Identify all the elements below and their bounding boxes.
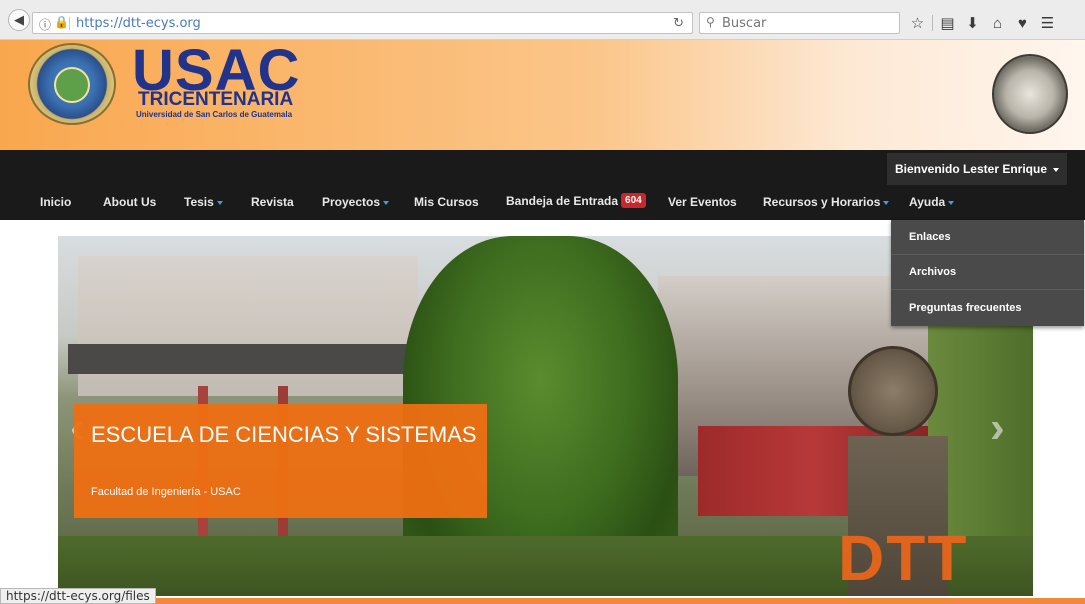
search-icon: ⚲ [706,15,715,29]
search-box[interactable]: ⚲ [699,12,900,34]
nav-item-revista[interactable]: Revista [251,195,294,209]
lock-icon[interactable]: 🔒 [54,15,69,29]
menu-icon[interactable]: ☰ [1035,12,1060,34]
toolbar-icons: ☆ ▤ ⬇ ⌂ ♥ ☰ [905,12,1060,34]
reading-list-icon[interactable]: ▤ [935,12,960,34]
site-header: USAC TRICENTENARIA Universidad de San Ca… [0,40,1085,150]
nav-label: Recursos y Horarios [763,195,881,209]
seal-center [54,67,90,103]
slide-title: ESCUELA DE CIENCIAS Y SISTEMAS [91,422,477,447]
nav-label: Ver Eventos [668,195,737,209]
nav-label: Inicio [40,195,72,209]
logo-tricentenaria: TRICENTENARIA [138,89,294,110]
toolbar-separator [932,15,933,31]
nav-item-bandeja[interactable]: Bandeja de Entrada 604 [506,193,646,208]
chevron-down-icon [383,201,390,205]
reload-icon[interactable]: ↻ [673,15,684,31]
chevron-down-icon [216,201,223,205]
download-icon[interactable]: ⬇ [960,12,985,34]
nav-item-ver-eventos[interactable]: Ver Eventos [668,195,737,209]
dropdown-item-enlaces[interactable]: Enlaces [891,220,1084,255]
slide-caption: ESCUELA DE CIENCIAS Y SISTEMAS Facultad … [74,404,487,518]
nav-item-proyectos[interactable]: Proyectos [322,195,390,209]
slide-subtitle: Facultad de Ingeniería - USAC [91,486,241,498]
home-icon[interactable]: ⌂ [985,12,1010,34]
page-bottom-strip [152,598,1085,604]
nav-label: Ayuda [909,195,946,209]
ayuda-dropdown-menu: Enlaces Archivos Preguntas frecuentes [891,220,1084,326]
nav-label: Tesis [184,195,214,209]
chevron-down-icon [1053,168,1060,172]
dtt-watermark: DTT [838,522,969,594]
slide-building [78,256,418,396]
pocket-icon[interactable]: ♥ [1010,12,1035,34]
welcome-label: Bienvenido Lester Enrique [894,162,1048,176]
user-menu-button[interactable]: Bienvenido Lester Enrique [887,153,1067,185]
slide-stone-seal [848,346,938,436]
nav-item-tesis[interactable]: Tesis [184,195,223,209]
status-bar-url: https://dtt-ecys.org/files [0,588,156,604]
nav-item-recursos[interactable]: Recursos y Horarios [763,195,890,209]
url-separator [69,17,70,30]
back-arrow-icon[interactable]: ◀ [8,9,30,31]
url-text[interactable]: https://dtt-ecys.org [76,16,201,31]
nav-label: Revista [251,195,294,209]
nav-label: About Us [103,195,157,209]
nav-item-mis-cursos[interactable]: Mis Cursos [414,195,479,209]
nav-item-inicio[interactable]: Inicio [40,195,71,209]
browser-toolbar: ◀ ⓘ 🔒 https://dtt-ecys.org ↻ ⚲ ☆ ▤ ⬇ ⌂ ♥… [0,0,1085,40]
nav-label: Bandeja de Entrada [506,193,619,208]
engineering-seal-logo [992,54,1068,134]
nav-item-about-us[interactable]: About Us [103,195,156,209]
dropdown-item-preguntas[interactable]: Preguntas frecuentes [891,290,1084,325]
carousel-next-icon[interactable]: › [990,403,1005,453]
usac-seal-logo[interactable] [28,43,116,125]
search-input[interactable] [722,15,892,31]
nav-label: Proyectos [322,195,381,209]
bookmark-star-icon[interactable]: ☆ [905,12,930,34]
dropdown-item-archivos[interactable]: Archivos [891,255,1084,290]
main-navbar: Bienvenido Lester Enrique Inicio About U… [0,150,1085,220]
url-bar[interactable]: ⓘ 🔒 https://dtt-ecys.org ↻ [32,12,693,34]
chevron-down-icon [883,201,890,205]
nav-label: Mis Cursos [414,195,479,209]
info-icon[interactable]: ⓘ [39,16,51,33]
chevron-down-icon [948,201,955,205]
logo-subtitle: Universidad de San Carlos de Guatemala [136,110,293,119]
nav-item-ayuda[interactable]: Ayuda [909,195,955,209]
inbox-count-badge: 604 [621,193,646,208]
